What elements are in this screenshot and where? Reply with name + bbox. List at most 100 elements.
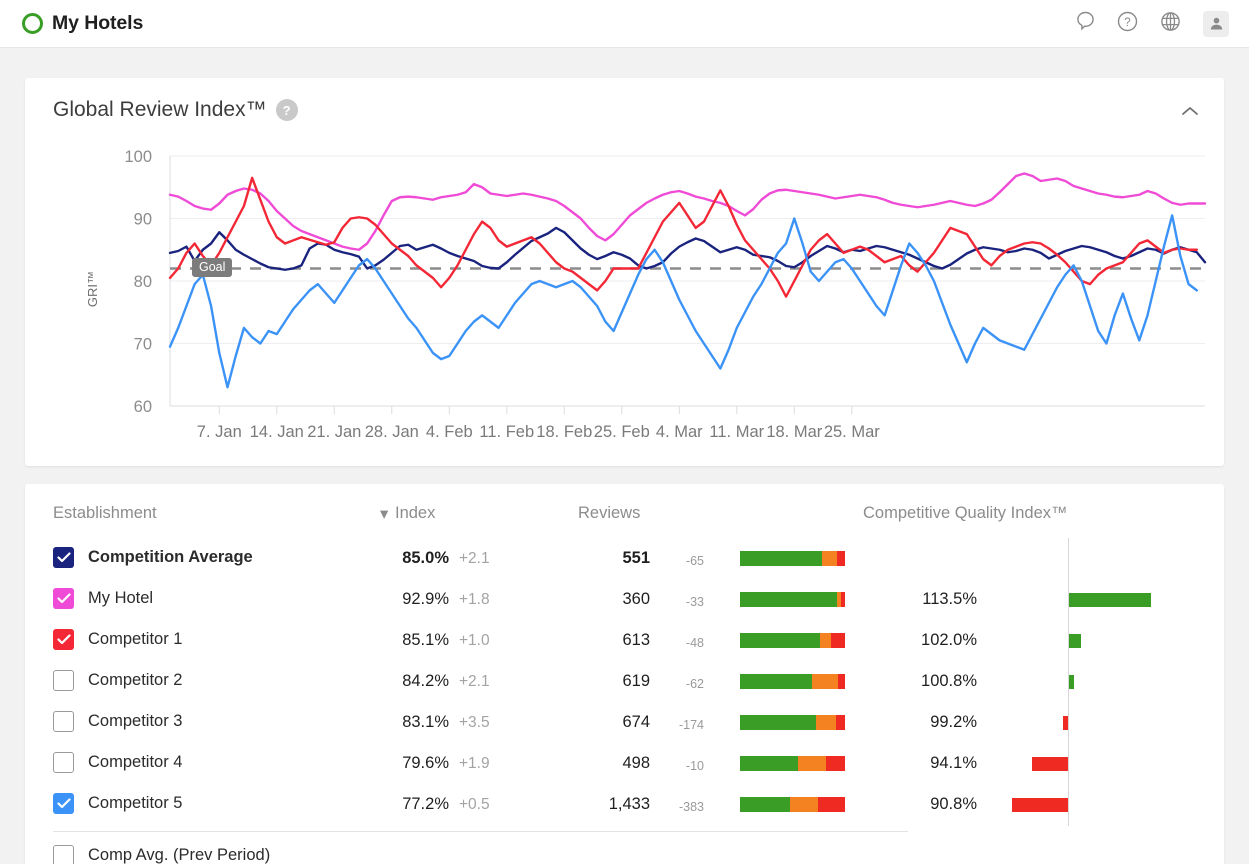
table-divider [53, 831, 908, 832]
establishment-table-card: Establishment ▾ Index Reviews Competitiv… [25, 484, 1224, 864]
establishment-name: Competition Average [88, 548, 253, 566]
row-checkbox[interactable] [53, 588, 74, 609]
chart-help-icon[interactable]: ? [275, 99, 298, 121]
row-checkbox[interactable] [53, 547, 74, 568]
cqi-zero-axis [1068, 784, 1069, 826]
row-checkbox[interactable] [53, 711, 74, 732]
cqi-bar-track [963, 620, 1173, 662]
table-row[interactable]: Competitor 1 85.1% +1.0 613 -48 102.0% [25, 620, 1224, 662]
establishment-name: Competitor 4 [88, 753, 183, 771]
svg-text:GRI™: GRI™ [85, 271, 100, 307]
sentiment-neutral-segment [812, 674, 838, 689]
column-header-reviews[interactable]: Reviews [578, 504, 640, 523]
index-delta: +0.5 [459, 796, 490, 813]
gri-line-chart: 60 70 80 90 100 GRI™ 7. Jan 14. Jan 21. Jan 28. J… [25, 134, 1224, 464]
help-icon[interactable]: ? [1117, 11, 1138, 37]
cqi-bar-track [963, 784, 1173, 826]
cqi-zero-axis [1068, 538, 1069, 580]
sentiment-positive-segment [740, 592, 837, 607]
sentiment-negative-segment [835, 715, 845, 730]
top-navigation-bar: My Hotels ? [0, 0, 1249, 48]
index-delta: +2.1 [459, 673, 490, 690]
row-checkbox[interactable] [53, 793, 74, 814]
brand-ring-icon [22, 13, 43, 34]
row-checkbox[interactable] [53, 845, 74, 864]
top-bar-actions: ? [1076, 10, 1229, 37]
svg-text:11. Mar: 11. Mar [709, 423, 764, 441]
svg-text:28. Jan: 28. Jan [365, 423, 419, 441]
index-value: 85.1% [402, 631, 449, 649]
index-delta: +1.9 [459, 755, 490, 772]
sentiment-neutral-segment [819, 633, 832, 648]
reviews-value: 674 [622, 713, 650, 731]
column-header-cqi: Competitive Quality Index™ [863, 504, 1068, 522]
checkmark-icon [56, 552, 71, 563]
sentiment-bar [740, 633, 845, 648]
index-value: 85.0% [402, 549, 449, 567]
row-checkbox[interactable] [53, 629, 74, 650]
table-row[interactable]: Competitor 3 83.1% +3.5 674 -174 99.2% [25, 702, 1224, 744]
sentiment-neutral-segment [821, 551, 837, 566]
person-icon [1210, 17, 1222, 30]
chart-title-text: Global Review Index™ [53, 98, 267, 121]
cqi-bar [1063, 716, 1068, 730]
reviews-delta: -65 [685, 554, 704, 568]
row-checkbox[interactable] [53, 670, 74, 691]
index-value: 77.2% [402, 795, 449, 813]
reviews-delta: -174 [678, 718, 704, 732]
table-row[interactable]: My Hotel 92.9% +1.8 360 -33 113.5% [25, 579, 1224, 621]
index-delta: +2.1 [459, 550, 490, 567]
index-delta: +3.5 [459, 714, 490, 731]
reviews-value: 498 [622, 754, 650, 772]
sentiment-negative-segment [836, 551, 845, 566]
table-row[interactable]: Competitor 5 77.2% +0.5 1,433 -383 90.8% [25, 784, 1224, 826]
index-value: 83.1% [402, 713, 449, 731]
svg-text:70: 70 [134, 336, 152, 354]
cqi-bar-track [963, 702, 1173, 744]
sentiment-bar [740, 551, 845, 566]
checkmark-icon [56, 798, 71, 809]
table-row[interactable]: Competitor 4 79.6% +1.9 498 -10 94.1% [25, 743, 1224, 785]
checkmark-icon [56, 634, 71, 645]
reviews-delta: -33 [685, 595, 704, 609]
sentiment-positive-segment [740, 674, 813, 689]
sentiment-negative-segment [837, 674, 845, 689]
column-header-index[interactable]: Index [395, 504, 435, 523]
feedback-icon[interactable] [1076, 11, 1095, 37]
brand-title: My Hotels [52, 12, 144, 34]
establishment-name: My Hotel [88, 589, 154, 607]
cqi-bar [1011, 798, 1068, 812]
establishment-name: Competitor 1 [88, 630, 183, 648]
svg-text:14. Jan: 14. Jan [250, 423, 304, 441]
table-row[interactable]: Competitor 2 84.2% +2.1 619 -62 100.8% [25, 661, 1224, 703]
chevron-up-icon[interactable] [1178, 100, 1202, 122]
reviews-value: 1,433 [608, 795, 650, 813]
reviews-delta: -62 [685, 677, 704, 691]
sentiment-neutral-segment [790, 797, 818, 812]
globe-icon[interactable] [1160, 11, 1181, 37]
sentiment-bar [740, 715, 845, 730]
cqi-bar-track [963, 743, 1173, 785]
reviews-delta: -10 [685, 759, 704, 773]
sentiment-positive-segment [740, 551, 822, 566]
sentiment-bar [740, 756, 845, 771]
svg-text:25. Mar: 25. Mar [824, 423, 880, 441]
brand-logo[interactable]: My Hotels [22, 12, 143, 35]
cqi-bar [1069, 675, 1074, 689]
row-checkbox[interactable] [53, 752, 74, 773]
svg-text:18. Feb: 18. Feb [536, 423, 592, 441]
sentiment-negative-segment [840, 592, 845, 607]
chart-line-my-hotel [168, 172, 1207, 251]
cqi-bar-track [963, 579, 1173, 621]
column-header-establishment[interactable]: Establishment [53, 504, 157, 523]
index-delta: +1.0 [459, 632, 490, 649]
column-header-index-sort-arrow[interactable]: ▾ [380, 504, 388, 524]
user-avatar-button[interactable] [1203, 10, 1229, 37]
table-footer-row[interactable]: Comp Avg. (Prev Period) [25, 842, 1224, 864]
cqi-bar [1069, 593, 1152, 607]
reviews-value: 619 [622, 672, 650, 690]
svg-text:18. Mar: 18. Mar [766, 423, 822, 441]
svg-text:90: 90 [134, 211, 152, 229]
table-row[interactable]: Competition Average 85.0% +2.1 551 -65 [25, 538, 1224, 580]
chart-card-title: Global Review Index™ ? [53, 98, 298, 122]
